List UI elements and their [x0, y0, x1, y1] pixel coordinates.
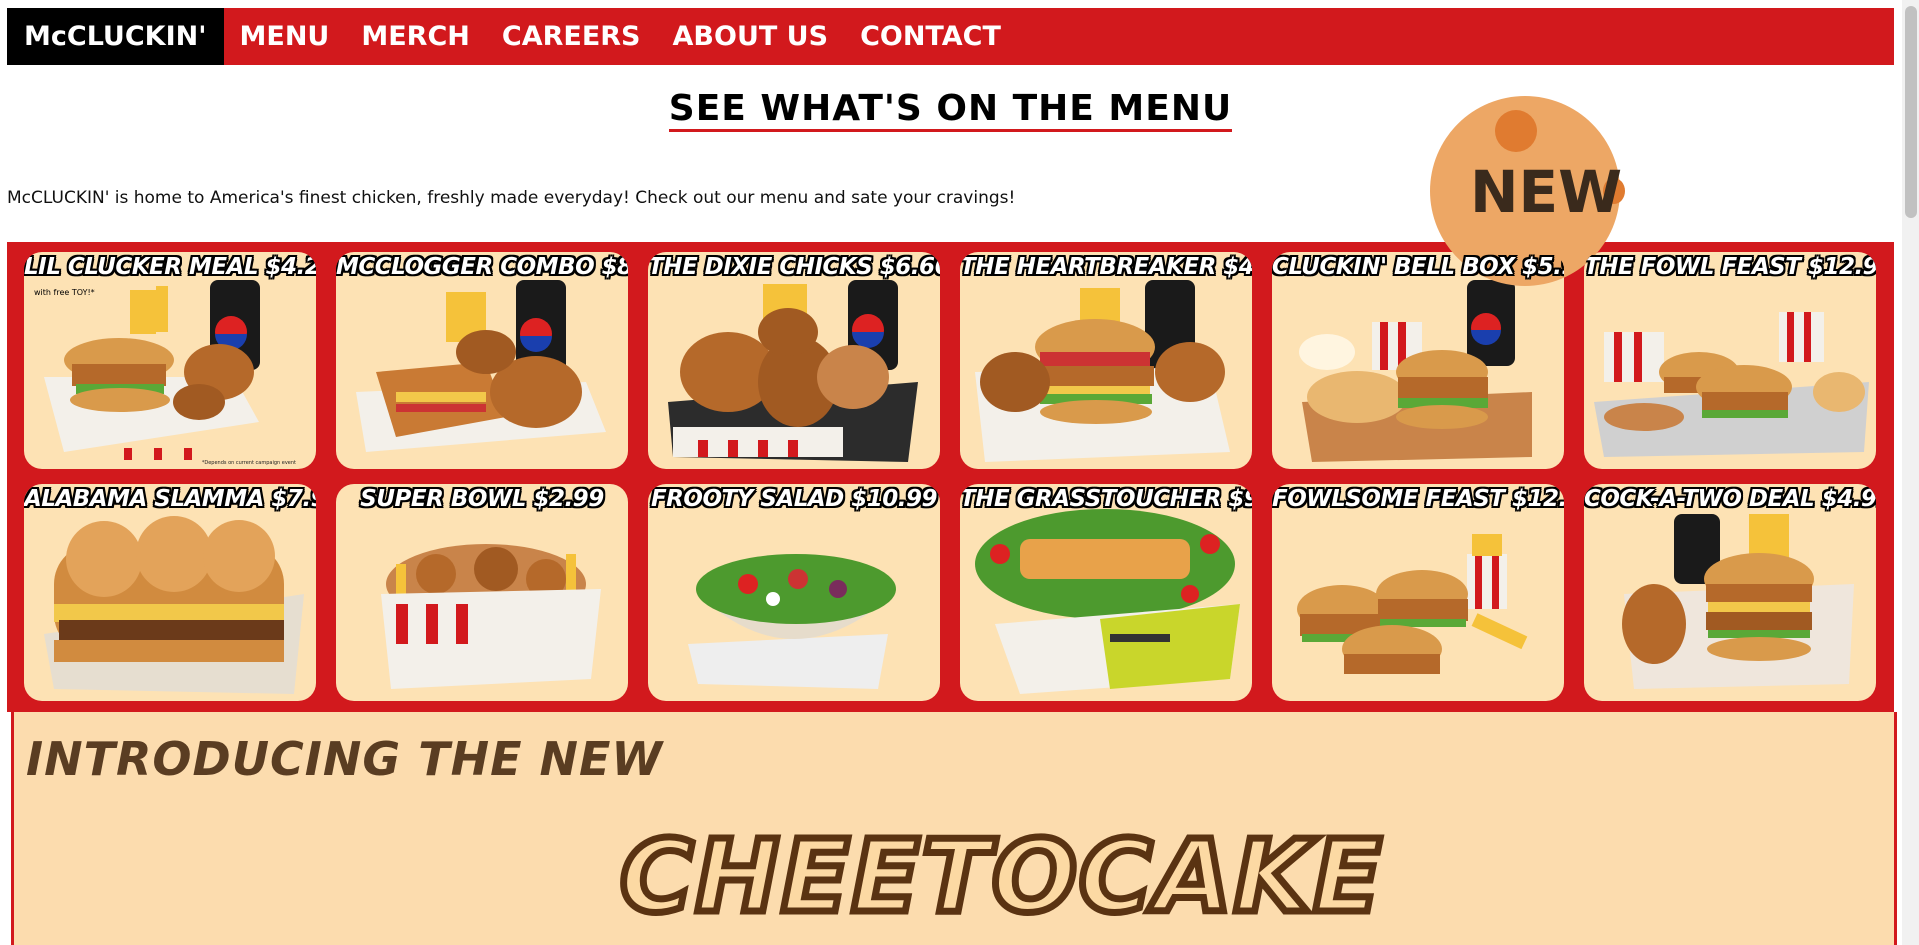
nav-about-us[interactable]: ABOUT US — [657, 8, 845, 65]
menu-item-title: ALABAMA SLAMMA $7.99 — [24, 486, 316, 512]
menu-item-title: THE HEARTBREAKER $4.99 — [960, 254, 1252, 280]
menu-card-frooty-salad[interactable]: FROOTY SALAD $10.99 — [648, 484, 940, 701]
menu-card-fowlsome-feast[interactable]: FOWLSOME FEAST $12.99 — [1272, 484, 1564, 701]
brand-logo[interactable]: McCLUCKIN' — [7, 8, 224, 65]
menu-card-dixie-chicks[interactable]: THE DIXIE CHICKS $6.66 — [648, 252, 940, 469]
nav-menu[interactable]: MENU — [224, 8, 346, 65]
nav-merch[interactable]: MERCH — [345, 8, 486, 65]
menu-card-fowl-feast[interactable]: THE FOWL FEAST $12.99 — [1584, 252, 1876, 469]
badge-decoration — [1495, 110, 1537, 152]
scrollbar-thumb[interactable] — [1905, 6, 1917, 218]
burger-meal-image — [975, 280, 1230, 462]
menu-item-title: THE GRASSTOUCHER $9.99 — [960, 486, 1252, 512]
menu-card-mcclogger[interactable]: MCCLOGGER COMBO $8.88 — [336, 252, 628, 469]
promo-product-name: CHEETOCAKE — [617, 815, 1386, 939]
menu-item-title: THE FOWL FEAST $12.99 — [1584, 254, 1876, 280]
new-badge-text: NEW — [1470, 158, 1623, 226]
popcorn-chicken-image — [381, 544, 601, 689]
menu-board: LIL CLUCKER MEAL $4.20 with free TOY!* *… — [7, 242, 1894, 712]
menu-item-title: FROOTY SALAD $10.99 — [650, 486, 938, 512]
menu-item-title: CLUCKIN' BELL BOX $5.99 — [1272, 254, 1564, 280]
meal-box-image — [44, 280, 260, 460]
menu-card-grasstoucher[interactable]: THE GRASSTOUCHER $9.99 — [960, 484, 1252, 701]
nav-contact[interactable]: CONTACT — [844, 8, 1017, 65]
menu-card-super-bowl[interactable]: SUPER BOWL $2.99 — [336, 484, 628, 701]
menu-item-title: LIL CLUCKER MEAL $4.20 — [24, 254, 316, 280]
intro-text: McCLUCKIN' is home to America's finest c… — [7, 188, 1016, 208]
promo-banner[interactable]: INTRODUCING THE NEW CHEETOCAKE — [11, 712, 1897, 945]
menu-item-title: MCCLOGGER COMBO $8.88 — [336, 254, 628, 280]
top-navbar: McCLUCKIN' MENU MERCH CAREERS ABOUT US C… — [7, 8, 1894, 65]
page-title: SEE WHAT'S ON THE MENU — [0, 88, 1901, 132]
menu-item-title: COCK-A-TWO DEAL $4.99 — [1584, 486, 1876, 512]
menu-item-title: FOWLSOME FEAST $12.99 — [1272, 486, 1564, 512]
fried-chicken-image — [668, 280, 918, 462]
nav-careers[interactable]: CAREERS — [486, 8, 657, 65]
slider-sandwich-image — [44, 516, 304, 694]
page-scrollbar[interactable] — [1902, 0, 1919, 945]
menu-item-title: THE DIXIE CHICKS $6.66 — [648, 254, 940, 280]
salad-box-image — [975, 509, 1240, 694]
menu-card-lil-clucker[interactable]: LIL CLUCKER MEAL $4.20 with free TOY!* *… — [24, 252, 316, 469]
feast-image — [1594, 312, 1869, 457]
menu-card-heartbreaker[interactable]: THE HEARTBREAKER $4.99 — [960, 252, 1252, 469]
double-burger-meal-image — [1622, 514, 1854, 689]
menu-item-title: SUPER BOWL $2.99 — [360, 486, 604, 512]
salad-bowl-image — [688, 554, 896, 689]
menu-card-cock-a-two[interactable]: COCK-A-TWO DEAL $4.99 — [1584, 484, 1876, 701]
promo-intro-text: INTRODUCING THE NEW — [26, 732, 664, 786]
page-title-text: SEE WHAT'S ON THE MENU — [668, 88, 1233, 132]
combo-image — [356, 280, 606, 452]
menu-card-alabama-slamma[interactable]: ALABAMA SLAMMA $7.99 — [24, 484, 316, 701]
burgers-fries-image — [1297, 534, 1528, 674]
menu-item-footnote: *Depends on current campaign event — [201, 460, 296, 466]
menu-item-subtitle: with free TOY!* — [34, 288, 95, 297]
